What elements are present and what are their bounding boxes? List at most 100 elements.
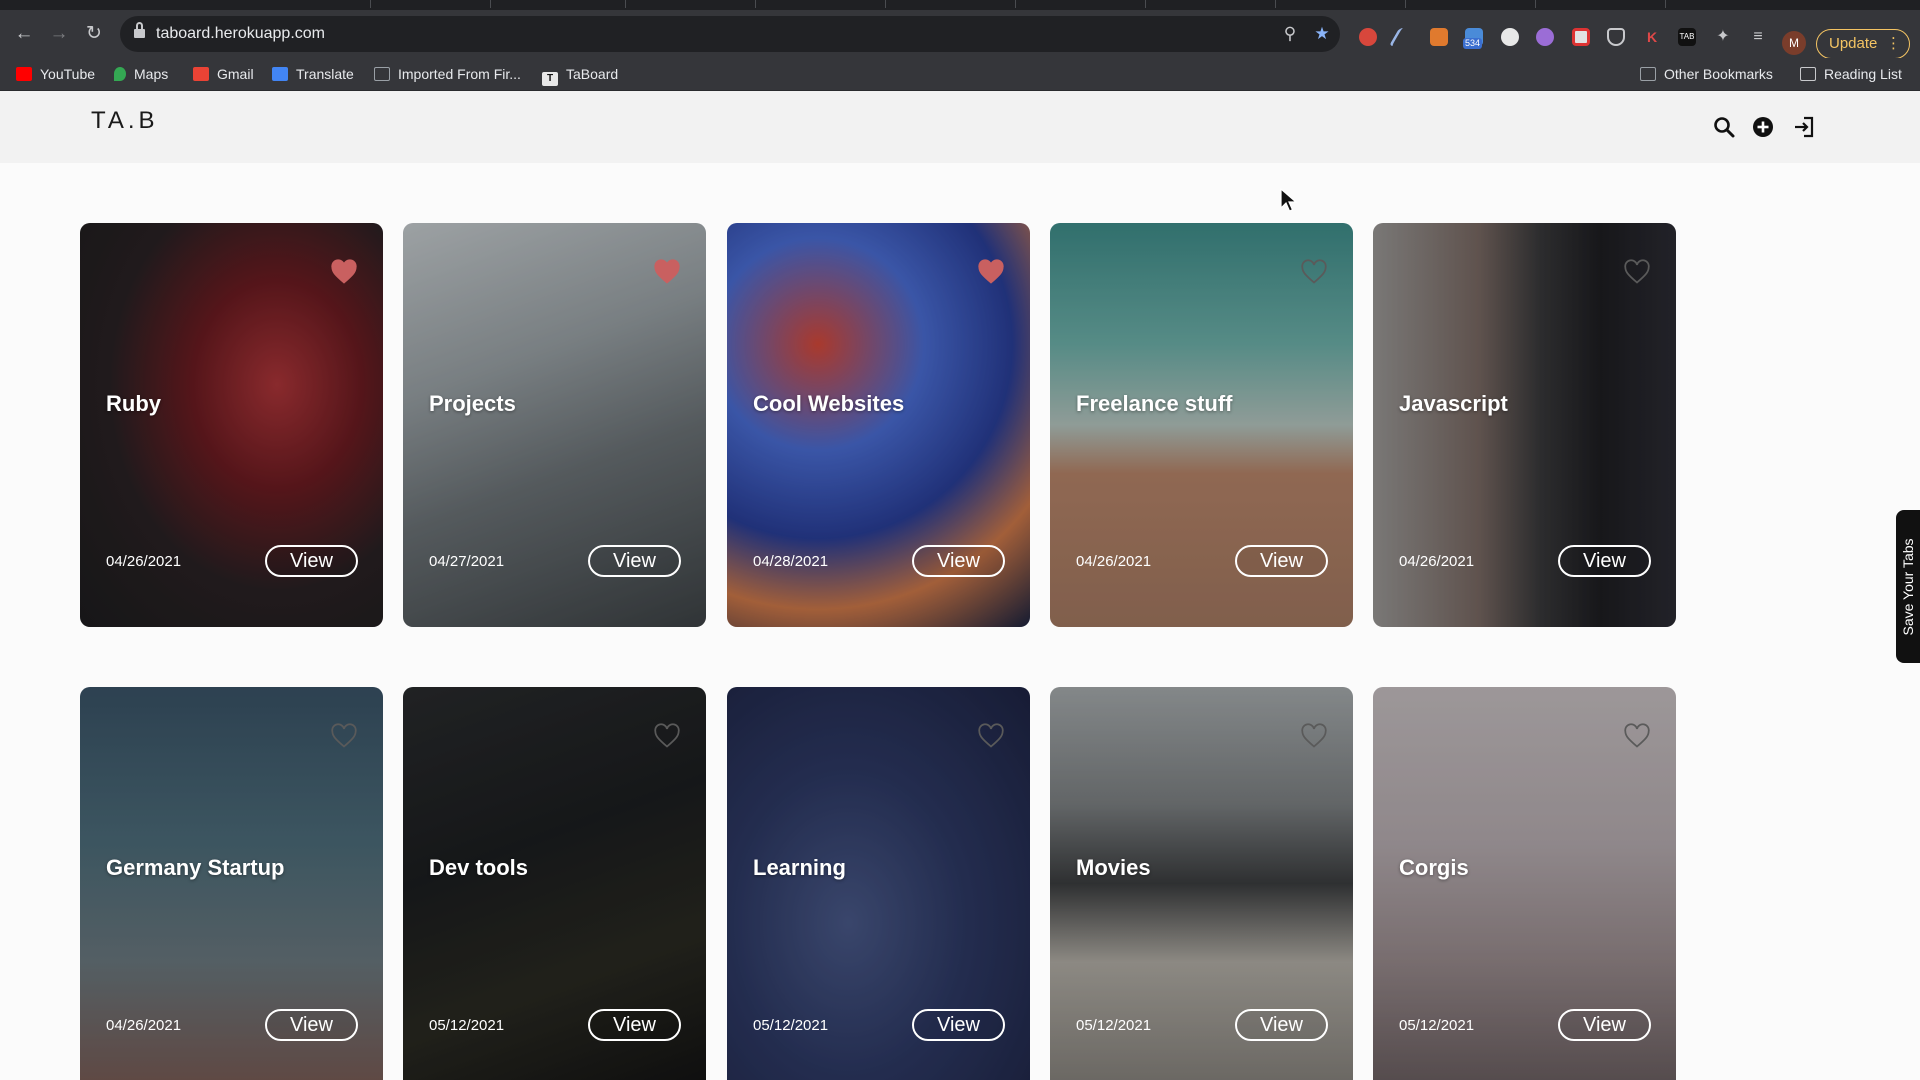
add-circle-icon[interactable] [1751,115,1775,139]
bookmark-star-icon[interactable]: ★ [1312,24,1332,44]
bookmark-youtube[interactable]: YouTube [16,58,95,91]
heart-outline-icon[interactable] [1300,259,1328,285]
tab-divider [1015,0,1016,8]
reading-list-icon [1800,67,1816,81]
reading-queue-icon[interactable]: ≡ [1749,28,1767,46]
board-card[interactable]: Cool Websites 04/28/2021 View [727,223,1030,627]
heart-icon[interactable] [977,259,1005,285]
tab-divider [490,0,491,8]
browser-tab-strip[interactable] [0,0,1920,10]
view-button[interactable]: View [1235,1009,1328,1041]
heart-outline-icon[interactable] [1300,723,1328,749]
folder-icon [1640,67,1656,81]
address-bar[interactable]: taboard.herokuapp.com ⚲ ★ [120,16,1340,52]
view-button[interactable]: View [1235,545,1328,577]
shield-icon[interactable] [1607,28,1625,46]
zoom-icon[interactable]: ⚲ [1280,24,1300,44]
view-button[interactable]: View [1558,1009,1651,1041]
bookmark-translate[interactable]: Translate [272,58,354,91]
puzzle-icon[interactable]: ✦ [1714,28,1732,46]
board-card[interactable]: Ruby 04/26/2021 View [80,223,383,627]
site-header: TA.B [0,91,1920,163]
card-date: 05/12/2021 [429,1017,505,1034]
bookmark-folder-other[interactable]: Other Bookmarks [1640,58,1773,91]
browser-toolbar: ← → ↻ taboard.herokuapp.com ⚲ ★ 534 K TA… [0,10,1920,59]
profile-avatar[interactable]: M [1782,31,1806,55]
card-title: Dev tools [429,855,529,880]
maps-pin-icon [114,67,126,81]
pen-extension-icon[interactable] [1388,28,1408,46]
board-card[interactable]: Javascript 04/26/2021 View [1373,223,1676,627]
heart-outline-icon[interactable] [1623,723,1651,749]
board-card[interactable]: Freelance stuff 04/26/2021 View [1050,223,1353,627]
tab-divider [885,0,886,8]
translate-icon [272,67,288,81]
view-button[interactable]: View [588,1009,681,1041]
heart-outline-icon[interactable] [1623,259,1651,285]
heart-icon[interactable] [653,259,681,285]
heart-outline-icon[interactable] [653,723,681,749]
view-button[interactable]: View [1558,545,1651,577]
card-title: Freelance stuff [1076,391,1233,416]
board-card[interactable]: Germany Startup 04/26/2021 View [80,687,383,1080]
site-logo[interactable]: TA.B [91,107,159,135]
reading-list[interactable]: Reading List [1800,58,1902,91]
card-title: Projects [429,391,516,416]
logout-icon[interactable] [1792,115,1816,139]
mouse-cursor-icon [1280,188,1298,212]
card-date: 04/26/2021 [1076,553,1152,570]
card-date: 04/26/2021 [106,1017,182,1034]
board-card[interactable]: Corgis 05/12/2021 View [1373,687,1676,1080]
reload-icon[interactable]: ↻ [82,22,106,46]
extension-icon[interactable] [1430,28,1448,46]
extension-icon[interactable]: 534 [1463,28,1483,49]
extension-icon[interactable] [1572,28,1590,46]
board-card[interactable]: Projects 04/27/2021 View [403,223,706,627]
bookmark-maps[interactable]: Maps [114,58,168,91]
bookmark-folder-imported[interactable]: Imported From Fir... [374,58,521,91]
extension-icon[interactable] [1536,28,1554,46]
heart-outline-icon[interactable] [977,723,1005,749]
view-button[interactable]: View [265,545,358,577]
board-card[interactable]: Movies 05/12/2021 View [1050,687,1353,1080]
extension-icon[interactable] [1501,28,1519,46]
tab-divider [1275,0,1276,8]
heart-icon[interactable] [330,259,358,285]
forward-arrow-icon[interactable]: → [47,22,71,46]
update-button[interactable]: Update ⋮ [1816,29,1910,59]
save-your-tabs-tab[interactable]: Save Your Tabs [1896,510,1920,663]
folder-icon [374,67,390,81]
youtube-icon [16,67,32,81]
card-date: 04/28/2021 [753,553,829,570]
view-button[interactable]: View [588,545,681,577]
card-date: 04/27/2021 [429,553,505,570]
tab-divider [1405,0,1406,8]
extension-icon[interactable] [1359,28,1377,46]
card-date: 04/26/2021 [1399,553,1475,570]
tab-extension-icon[interactable]: TAB [1678,28,1696,46]
view-button[interactable]: View [912,1009,1005,1041]
tab-divider [755,0,756,8]
gmail-icon [193,67,209,81]
card-date: 05/12/2021 [1399,1017,1475,1034]
tab-divider [1145,0,1146,8]
menu-dots-icon: ⋮ [1886,35,1901,52]
k-extension-icon[interactable]: K [1643,28,1661,46]
side-tab-label: Save Your Tabs [1900,537,1916,636]
bookmarks-bar: YouTube Maps Gmail Translate Imported Fr… [0,58,1920,91]
view-button[interactable]: View [265,1009,358,1041]
board-card[interactable]: Learning 05/12/2021 View [727,687,1030,1080]
search-icon[interactable] [1712,115,1736,139]
board-card[interactable]: Dev tools 05/12/2021 View [403,687,706,1080]
url-text[interactable]: taboard.herokuapp.com [156,16,325,52]
card-title: Corgis [1399,855,1469,880]
back-arrow-icon[interactable]: ← [12,22,36,46]
card-title: Cool Websites [753,391,905,416]
view-button[interactable]: View [912,545,1005,577]
taboard-icon: T [542,72,558,86]
card-title: Ruby [106,391,161,416]
bookmark-gmail[interactable]: Gmail [193,58,254,91]
bookmark-taboard[interactable]: T TaBoard [542,58,618,91]
heart-outline-icon[interactable] [330,723,358,749]
card-date: 04/26/2021 [106,553,182,570]
